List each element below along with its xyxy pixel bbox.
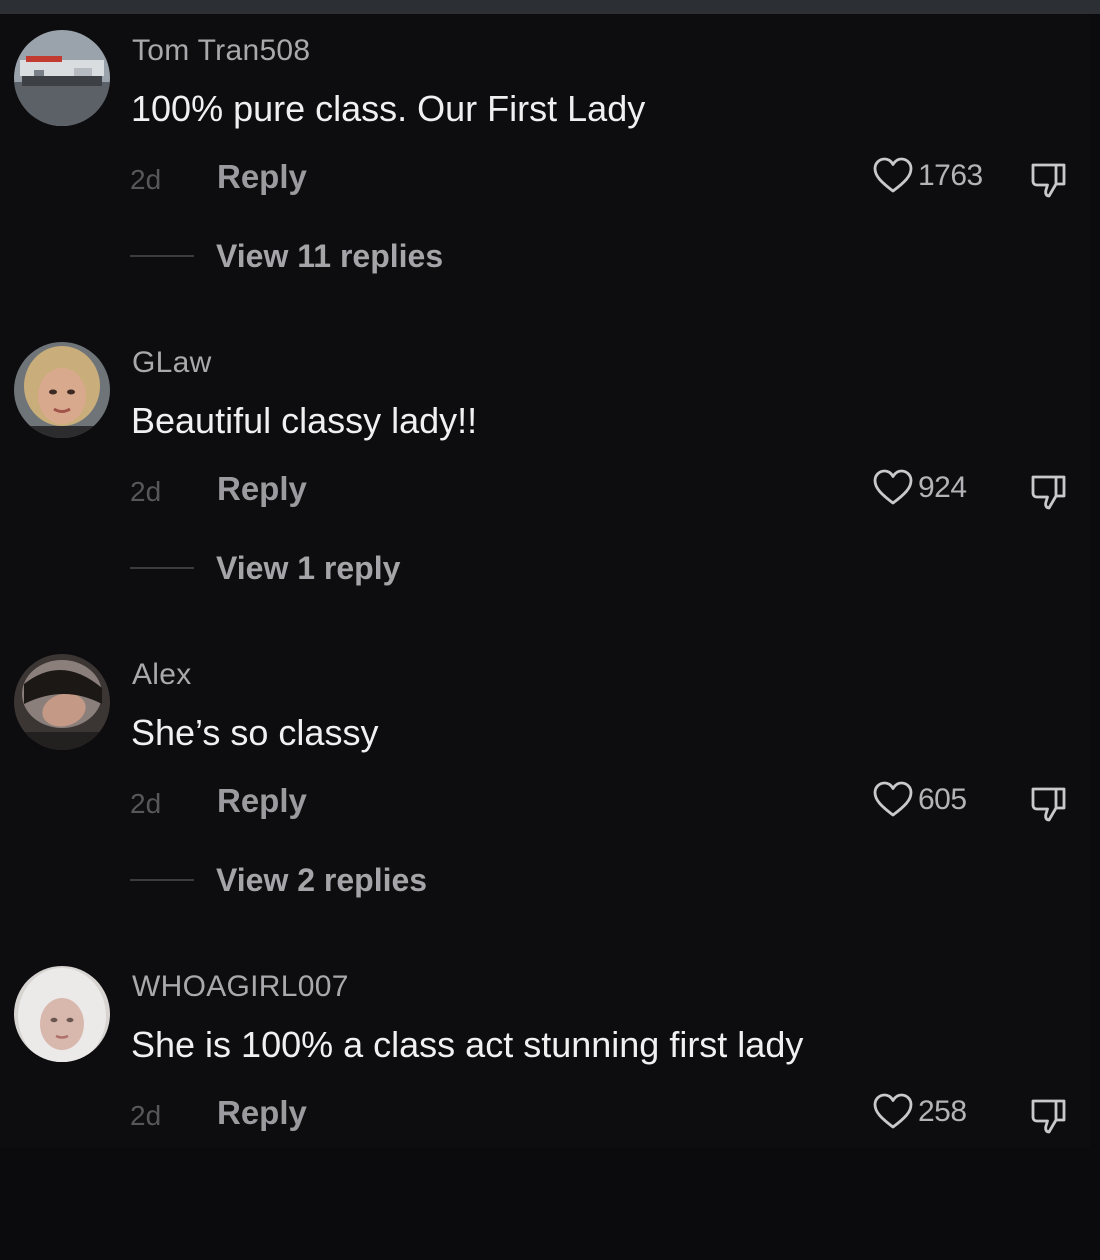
- thumbs-down-icon[interactable]: [1028, 1096, 1070, 1136]
- view-replies-button[interactable]: View 2 replies: [130, 860, 427, 900]
- comment-item: WHOAGIRL007 She is 100% a class act stun…: [0, 960, 1090, 1260]
- comment-item: Alex She’s so classy 2d Reply 605 View 2…: [0, 648, 1090, 948]
- thumbs-down-icon[interactable]: [1028, 784, 1070, 824]
- heart-icon: [873, 1093, 913, 1129]
- window-top-bar: [0, 0, 1100, 14]
- like-button[interactable]: 258: [872, 1092, 967, 1132]
- heart-icon: [873, 469, 913, 505]
- divider-line: [130, 567, 194, 569]
- reply-button[interactable]: Reply: [217, 470, 307, 508]
- view-replies-label: View 11 replies: [216, 237, 444, 274]
- comment-age: 2d: [130, 1100, 162, 1131]
- comment-text: Beautiful classy lady!!: [131, 400, 478, 441]
- avatar[interactable]: [14, 342, 110, 438]
- username[interactable]: GLaw: [132, 346, 212, 380]
- like-button[interactable]: 924: [872, 468, 967, 508]
- avatar-image: [14, 342, 110, 438]
- comment-age: 2d: [130, 476, 162, 507]
- view-replies-button[interactable]: View 11 replies: [130, 236, 443, 276]
- username[interactable]: Tom Tran508: [132, 34, 310, 68]
- comment-age: 2d: [130, 164, 162, 195]
- avatar[interactable]: [14, 966, 110, 1062]
- like-count: 605: [918, 783, 967, 816]
- comment-item: GLaw Beautiful classy lady!! 2d Reply 92…: [0, 336, 1090, 636]
- like-button[interactable]: 1763: [872, 156, 983, 196]
- like-count: 1763: [918, 159, 983, 192]
- comment-text: She is 100% a class act stunning first l…: [131, 1024, 804, 1065]
- like-count: 924: [918, 471, 967, 504]
- divider-line: [130, 879, 194, 881]
- avatar-image: [14, 30, 110, 126]
- reply-button[interactable]: Reply: [217, 1094, 307, 1132]
- reply-button[interactable]: Reply: [217, 782, 307, 820]
- like-count: 258: [918, 1095, 967, 1128]
- thumbs-down-icon[interactable]: [1028, 472, 1070, 512]
- comments-panel: Tom Tran508 100% pure class. Our First L…: [0, 14, 1090, 1148]
- avatar-image: [14, 654, 110, 750]
- like-button[interactable]: 605: [872, 780, 967, 820]
- reply-button[interactable]: Reply: [217, 158, 307, 196]
- thumbs-down-icon[interactable]: [1028, 160, 1070, 200]
- view-replies-button[interactable]: View 1 reply: [130, 548, 400, 588]
- comment-text: She’s so classy: [131, 712, 379, 753]
- divider-line: [130, 255, 194, 257]
- view-replies-label: View 2 replies: [216, 861, 428, 898]
- comment-text: 100% pure class. Our First Lady: [131, 88, 646, 129]
- comment-item: Tom Tran508 100% pure class. Our First L…: [0, 24, 1090, 324]
- view-replies-label: View 1 reply: [216, 549, 401, 586]
- avatar[interactable]: [14, 30, 110, 126]
- comment-age: 2d: [130, 788, 162, 819]
- username[interactable]: Alex: [132, 658, 192, 692]
- username[interactable]: WHOAGIRL007: [132, 970, 349, 1004]
- heart-icon: [873, 157, 913, 193]
- avatar-image: [14, 966, 110, 1062]
- avatar[interactable]: [14, 654, 110, 750]
- heart-icon: [873, 781, 913, 817]
